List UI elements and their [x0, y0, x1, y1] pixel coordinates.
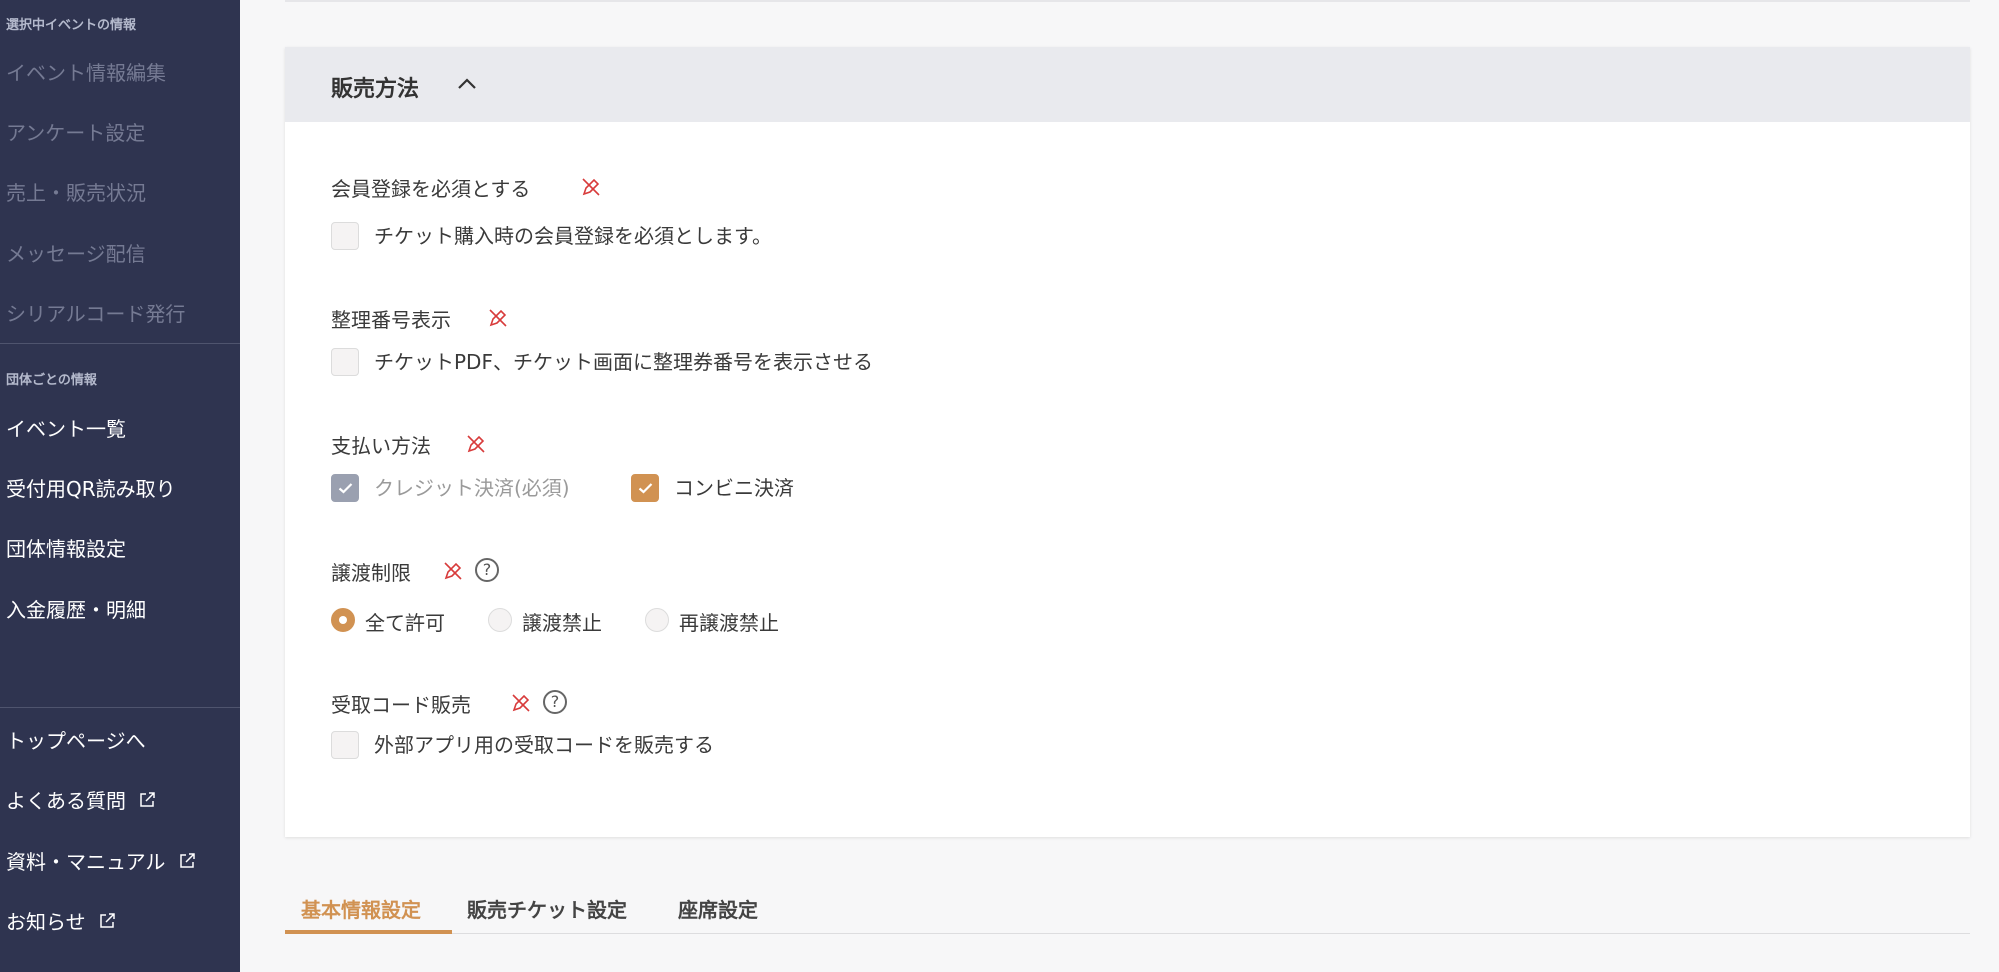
membership-required-checkbox[interactable]: [331, 222, 359, 250]
active-tab-indicator: [285, 930, 452, 934]
sidebar-item-org-settings[interactable]: 団体情報設定: [6, 533, 126, 562]
tab-seat-settings[interactable]: 座席設定: [678, 894, 758, 923]
pen-slash-icon: [582, 178, 600, 196]
help-icon[interactable]: ?: [543, 690, 567, 714]
sidebar-item-qr-reader[interactable]: 受付用QR読み取り: [6, 473, 176, 502]
membership-label: 会員登録を必須とする: [331, 177, 531, 201]
external-link-icon: [180, 853, 195, 868]
sidebar-item-news[interactable]: お知らせ: [6, 906, 116, 935]
membership-checkbox-label: チケット購入時の会員登録を必須とします。: [374, 224, 772, 248]
sidebar-item-label: よくある質問: [6, 789, 126, 813]
transfer-label: 譲渡制限: [331, 561, 411, 585]
pen-slash-icon: [444, 562, 462, 580]
sidebar-item-serial-code[interactable]: シリアルコード発行: [6, 298, 185, 327]
convenience-payment-checkbox[interactable]: [631, 474, 659, 502]
pen-slash-icon: [467, 435, 485, 453]
tab-ticket-settings[interactable]: 販売チケット設定: [467, 894, 627, 923]
help-icon[interactable]: ?: [475, 558, 499, 582]
credit-payment-label: クレジット決済(必須): [374, 476, 570, 500]
receipt-code-label: 受取コード販売: [331, 693, 471, 717]
receipt-code-checkbox[interactable]: [331, 731, 359, 759]
sidebar-divider: [0, 707, 240, 708]
external-link-icon: [100, 913, 115, 928]
tab-basic-info[interactable]: 基本情報設定: [301, 894, 421, 923]
settings-tabs: 基本情報設定 販売チケット設定 座席設定: [285, 880, 1970, 934]
pen-slash-icon: [489, 309, 507, 327]
numbering-display-checkbox[interactable]: [331, 348, 359, 376]
sidebar-item-event-edit[interactable]: イベント情報編集: [6, 57, 166, 86]
sidebar-item-sales-status[interactable]: 売上・販売状況: [6, 177, 146, 206]
sidebar: 選択中イベントの情報 イベント情報編集 アンケート設定 売上・販売状況 メッセー…: [0, 0, 240, 972]
receipt-code-checkbox-label: 外部アプリ用の受取コードを販売する: [374, 733, 714, 757]
sidebar-item-survey[interactable]: アンケート設定: [6, 117, 145, 146]
pen-slash-icon: [512, 694, 530, 712]
sales-method-card: 販売方法 会員登録を必須とする チケット購入時の会員登録を必須とします。 整理番…: [285, 47, 1970, 837]
external-link-icon: [140, 792, 156, 807]
sidebar-item-label: トップページへ: [6, 729, 146, 753]
numbering-label: 整理番号表示: [331, 308, 451, 332]
sidebar-item-faq[interactable]: よくある質問: [6, 785, 156, 814]
payment-label: 支払い方法: [331, 434, 431, 458]
sidebar-item-manual[interactable]: 資料・マニュアル: [6, 846, 196, 875]
sidebar-section-event-title: 選択中イベントの情報: [6, 18, 137, 33]
retransfer-prohibited-radio[interactable]: [645, 608, 669, 632]
transfer-option-label: 全て許可: [365, 611, 445, 635]
card-title: 販売方法: [331, 77, 420, 102]
chevron-up-icon[interactable]: [455, 72, 479, 96]
sidebar-section-org-title: 団体ごとの情報: [6, 373, 97, 388]
sidebar-item-top-page[interactable]: トップページへ: [6, 725, 146, 754]
transfer-prohibited-radio[interactable]: [488, 608, 512, 632]
sidebar-item-payment-history[interactable]: 入金履歴・明細: [6, 594, 146, 623]
numbering-checkbox-label: チケットPDF、チケット画面に整理券番号を表示させる: [374, 350, 873, 374]
previous-card-edge: [285, 0, 1970, 2]
card-header[interactable]: 販売方法: [285, 47, 1970, 122]
transfer-allow-all-radio[interactable]: [331, 608, 355, 632]
check-icon: [638, 483, 653, 494]
check-icon: [338, 483, 353, 494]
transfer-option-label: 再譲渡禁止: [679, 611, 779, 635]
convenience-payment-label: コンビニ決済: [674, 476, 794, 500]
sidebar-item-event-list[interactable]: イベント一覧: [6, 413, 126, 442]
transfer-option-label: 譲渡禁止: [522, 611, 602, 635]
credit-payment-checkbox[interactable]: [331, 474, 359, 502]
sidebar-item-label: 資料・マニュアル: [6, 850, 166, 874]
sidebar-divider: [0, 343, 240, 344]
sidebar-item-label: お知らせ: [6, 910, 86, 934]
sidebar-item-message[interactable]: メッセージ配信: [6, 238, 146, 267]
